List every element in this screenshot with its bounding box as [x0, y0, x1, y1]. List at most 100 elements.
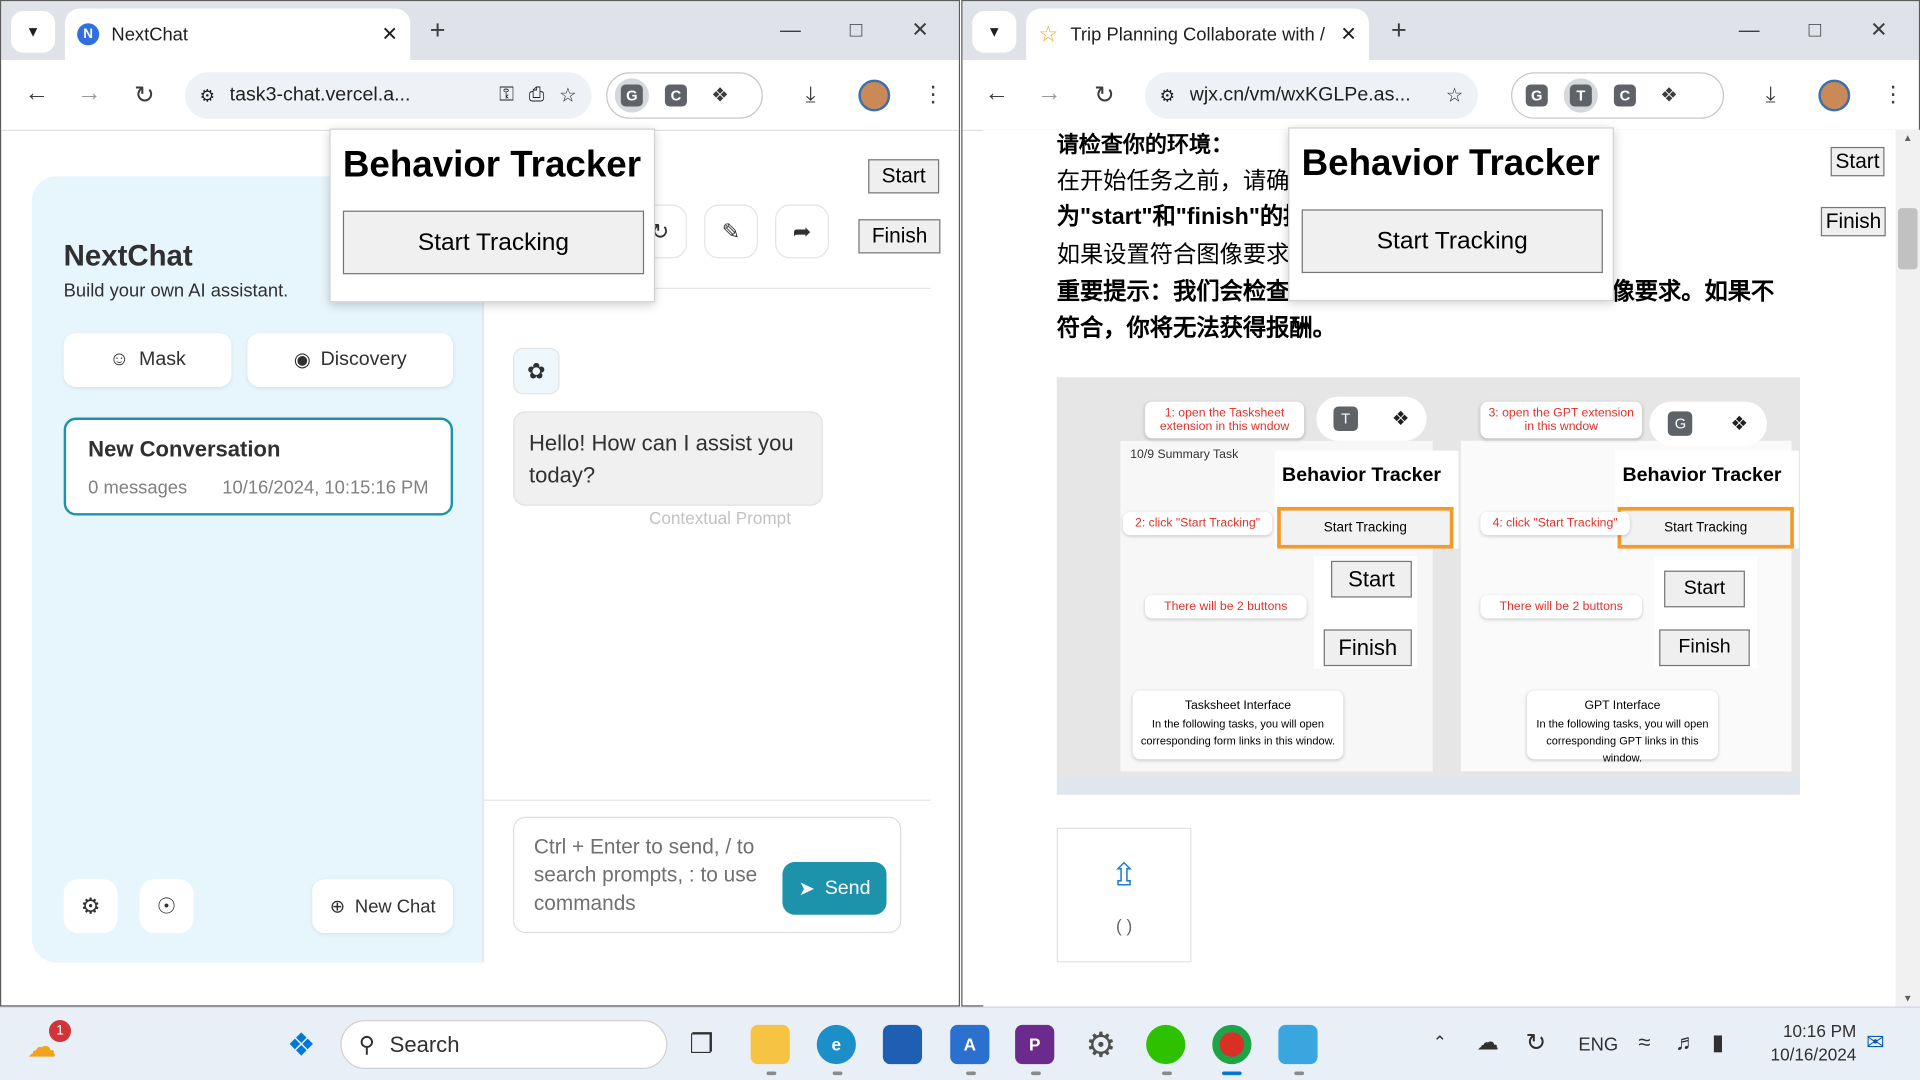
- weather-widget[interactable]: ☁ 1: [27, 1020, 72, 1064]
- profile-avatar[interactable]: [858, 79, 891, 112]
- word-app-icon[interactable]: A: [950, 1024, 990, 1065]
- close-window-icon[interactable]: ✕: [911, 18, 928, 42]
- scroll-up-arrow[interactable]: ▲: [1896, 132, 1920, 143]
- page-scrollbar[interactable]: ▲ ▼: [1895, 129, 1920, 1007]
- edit-button[interactable]: ✎: [704, 204, 758, 259]
- pencil-icon: ✎: [721, 218, 741, 244]
- language-indicator[interactable]: ENG: [1578, 1035, 1618, 1056]
- mask-button[interactable]: ☺ Mask: [63, 333, 232, 387]
- minimize-icon[interactable]: —: [1739, 18, 1760, 42]
- address-bar-right[interactable]: ⚙ wjx.cn/vm/wxKGLPe.as... ☆: [1144, 72, 1478, 119]
- back-icon[interactable]: ←: [22, 80, 51, 108]
- chrome-icon[interactable]: [1212, 1024, 1252, 1065]
- tab-title: NextChat: [111, 23, 188, 45]
- file-explorer-icon[interactable]: [750, 1024, 790, 1065]
- site-info-icon[interactable]: ⚙: [1160, 85, 1175, 106]
- task-summary-text: 10/9 Summary Task: [1130, 448, 1239, 462]
- tab-nextchat[interactable]: N NextChat ✕: [64, 8, 411, 61]
- onedrive-icon[interactable]: ☁: [1477, 1030, 1499, 1056]
- close-tab-icon[interactable]: ✕: [382, 22, 398, 46]
- new-tab-button[interactable]: +: [430, 17, 446, 44]
- t-extension-icon: T: [1333, 406, 1358, 432]
- bookmark-star-icon[interactable]: ☆: [1446, 83, 1464, 107]
- key-icon[interactable]: ⚿: [499, 84, 514, 106]
- back-icon[interactable]: ←: [982, 80, 1011, 108]
- tab-strip-right: ▼ ☆ Trip Planning Collaborate with / ✕ +…: [962, 1, 1919, 61]
- address-bar[interactable]: ⚙ task3-chat.vercel.a... ⚿ ⎙ ☆: [184, 72, 592, 119]
- download-icon[interactable]: ⤓: [1766, 82, 1776, 108]
- start-button-right[interactable]: Start: [1830, 146, 1885, 177]
- notepad-icon[interactable]: [1278, 1024, 1318, 1065]
- install-app-icon[interactable]: ⎙: [529, 84, 545, 106]
- new-chat-button[interactable]: ⊕ New Chat: [312, 879, 454, 934]
- wechat-icon[interactable]: [1146, 1024, 1186, 1065]
- instruction-line-5: 重要提示：我们会检查: [1056, 279, 1290, 305]
- tab-search-button-right[interactable]: ▼: [972, 11, 1017, 53]
- battery-icon[interactable]: ▮: [1712, 1030, 1724, 1056]
- upload-box[interactable]: ⇫ ( ): [1056, 827, 1192, 963]
- github-button[interactable]: ☉: [139, 879, 194, 934]
- settings-button[interactable]: ⚙: [63, 879, 118, 934]
- app-subtitle: Build your own AI assistant.: [63, 280, 289, 302]
- taskbar-search[interactable]: ⚲ Search: [340, 1020, 668, 1069]
- start-button[interactable]: Start: [868, 159, 940, 194]
- menu-kebab-icon[interactable]: ⋮: [922, 82, 944, 108]
- reload-icon[interactable]: ↻: [130, 80, 159, 111]
- share-button[interactable]: ➦: [775, 204, 829, 259]
- nextchat-favicon-icon: N: [77, 23, 100, 46]
- tab-trip-planning[interactable]: ☆ Trip Planning Collaborate with / ✕: [1026, 8, 1369, 61]
- scroll-down-arrow[interactable]: ▼: [1896, 993, 1920, 1004]
- start-tracking-button[interactable]: Start Tracking: [1301, 209, 1603, 274]
- new-tab-button-right[interactable]: +: [1391, 17, 1407, 44]
- extension-t-button[interactable]: T: [1563, 78, 1598, 113]
- close-tab-icon[interactable]: ✕: [1340, 22, 1356, 46]
- puzzle-icon: ❖: [711, 85, 729, 107]
- menu-kebab-icon[interactable]: ⋮: [1882, 82, 1904, 108]
- extensions-puzzle-button[interactable]: ❖: [703, 78, 737, 112]
- pdf-app-icon[interactable]: P: [1015, 1024, 1055, 1065]
- task-view-icon[interactable]: ❐: [682, 1025, 721, 1064]
- site-info-icon[interactable]: ⚙: [200, 85, 215, 106]
- settings-app-icon[interactable]: ⚙: [1081, 1025, 1120, 1064]
- tab-search-button[interactable]: ▼: [11, 11, 56, 53]
- c-extension-icon: C: [1613, 84, 1636, 107]
- instruction-line-4: 如果设置符合图像要求: [1056, 242, 1290, 269]
- tray-chevron-icon[interactable]: ⌃: [1433, 1032, 1447, 1053]
- finish-button-right[interactable]: Finish: [1820, 206, 1887, 237]
- profile-avatar[interactable]: [1818, 79, 1851, 112]
- extension-g-button[interactable]: G: [1520, 78, 1554, 112]
- forward-icon[interactable]: →: [75, 80, 104, 108]
- clock[interactable]: 10:16 PM 10/16/2024: [1753, 1020, 1857, 1067]
- maximize-icon[interactable]: □: [1809, 18, 1822, 42]
- start-tracking-button[interactable]: Start Tracking: [342, 210, 645, 275]
- extension-c-button[interactable]: C: [659, 78, 693, 112]
- sync-icon[interactable]: ↻: [1526, 1027, 1547, 1058]
- conversation-item[interactable]: New Conversation 0 messages 10/16/2024, 1…: [63, 417, 454, 516]
- download-icon[interactable]: ⤓: [806, 82, 816, 108]
- github-icon: ☉: [156, 893, 177, 918]
- send-button[interactable]: ➤ Send: [782, 862, 887, 915]
- store-icon[interactable]: [882, 1024, 923, 1065]
- extension-c-button[interactable]: C: [1608, 78, 1642, 112]
- g-extension-icon: G: [1525, 84, 1548, 107]
- notification-bell-icon[interactable]: ✉: [1866, 1030, 1884, 1056]
- close-window-icon[interactable]: ✕: [1870, 18, 1887, 42]
- discovery-button[interactable]: ◉ Discovery: [247, 333, 454, 387]
- edge-icon[interactable]: e: [816, 1024, 856, 1065]
- maximize-icon[interactable]: □: [850, 18, 863, 42]
- finish-button[interactable]: Finish: [858, 219, 941, 254]
- minimize-icon[interactable]: —: [780, 18, 801, 42]
- forward-icon[interactable]: →: [1035, 80, 1064, 108]
- conversation-title: New Conversation: [88, 437, 281, 462]
- reload-icon[interactable]: ↻: [1090, 80, 1119, 111]
- bookmark-star-icon[interactable]: ☆: [559, 83, 577, 107]
- extension-g-button[interactable]: G: [614, 78, 649, 113]
- extensions-puzzle-button[interactable]: ❖: [1652, 78, 1686, 112]
- scroll-thumb[interactable]: [1897, 208, 1918, 270]
- step-4-label: 4: click "Start Tracking": [1480, 511, 1630, 536]
- conversation-count: 0 messages: [88, 477, 188, 499]
- volume-icon[interactable]: ♬: [1675, 1030, 1697, 1056]
- wifi-icon[interactable]: ≈: [1638, 1030, 1650, 1056]
- start-button-windows[interactable]: ❖: [282, 1025, 321, 1064]
- instruction-image: 10/9 Summary Task 1: open the Tasksheet …: [1056, 377, 1801, 795]
